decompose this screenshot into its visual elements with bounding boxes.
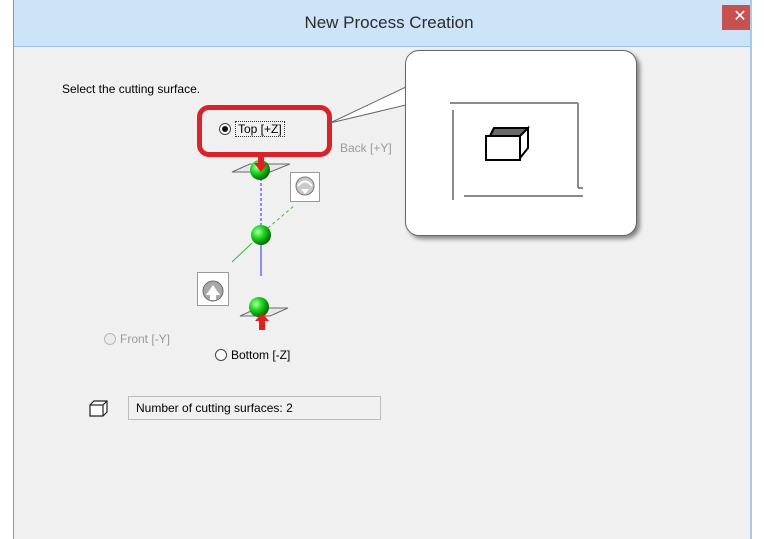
cube-icon-enlarged	[485, 125, 530, 161]
radio-back-label: Back [+Y]	[340, 141, 392, 155]
radio-front[interactable]: Front [-Y]	[104, 332, 170, 346]
cutting-surface-count: Number of cutting surfaces: 2	[128, 396, 381, 420]
front-view-button[interactable]	[197, 272, 229, 306]
zoomed-icon-box	[450, 102, 583, 200]
cube-icon	[89, 400, 108, 417]
bottom-sphere	[249, 297, 269, 317]
radio-bottom-indicator[interactable]	[215, 349, 227, 361]
center-sphere	[251, 225, 271, 245]
back-view-button[interactable]	[290, 172, 320, 202]
radio-back[interactable]: Back [+Y]	[340, 141, 392, 155]
callout-pointer	[329, 86, 408, 124]
rotate-view-icon	[295, 176, 315, 196]
radio-bottom[interactable]: Bottom [-Z]	[215, 348, 290, 362]
radio-bottom-label: Bottom [-Z]	[231, 348, 291, 362]
rotate-view-icon	[202, 280, 224, 302]
radio-front-indicator[interactable]	[104, 333, 116, 345]
highlight-frame	[197, 105, 332, 157]
radio-front-label: Front [-Y]	[120, 332, 171, 346]
